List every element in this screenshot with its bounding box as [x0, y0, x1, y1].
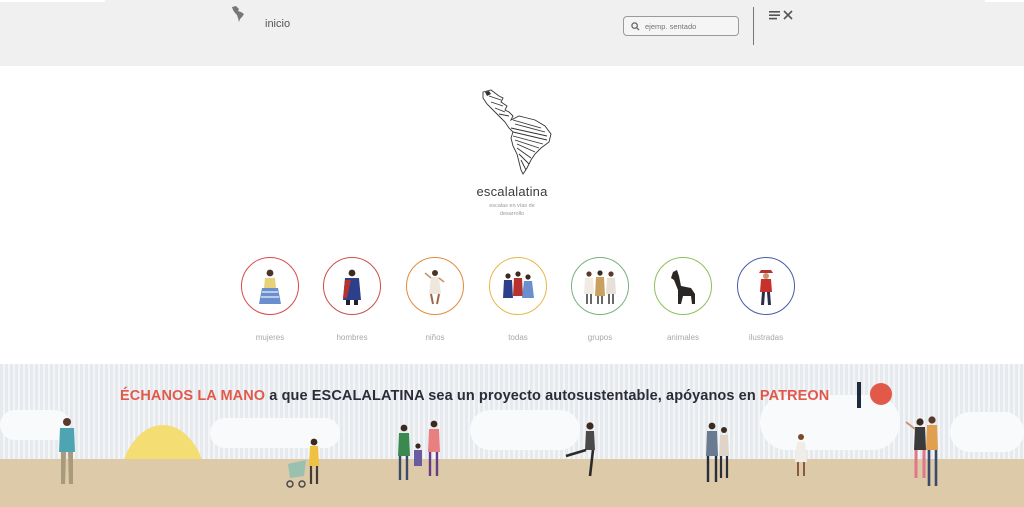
- header-divider: [753, 7, 754, 45]
- category-ninos[interactable]: niños: [405, 257, 465, 342]
- all-figures-icon: [503, 271, 534, 298]
- category-label: mujeres: [255, 333, 285, 342]
- couple-figure: [706, 422, 729, 482]
- search-icon: [631, 21, 640, 31]
- category-animales[interactable]: animales: [653, 257, 713, 342]
- family-group-figure: [398, 420, 440, 480]
- latin-america-map-icon[interactable]: [230, 5, 246, 23]
- category-ilustradas[interactable]: ilustradas: [736, 257, 796, 342]
- man-figure-icon: [343, 269, 361, 305]
- category-ring: [571, 257, 629, 315]
- category-label: grupos: [587, 333, 613, 342]
- site-logo-map: [482, 89, 552, 175]
- group-figures-icon: [584, 270, 616, 304]
- category-mujeres[interactable]: mujeres: [240, 257, 300, 342]
- home-link[interactable]: inicio: [265, 18, 290, 30]
- banner-message: ÉCHANOS LA MANO a que ESCALALATINA sea u…: [120, 388, 829, 404]
- cloud-decoration: [950, 412, 1024, 452]
- category-ring: [737, 257, 795, 315]
- category-todas[interactable]: todas: [488, 257, 548, 342]
- search-input[interactable]: [645, 21, 735, 31]
- search-box[interactable]: [623, 16, 739, 36]
- category-grupos[interactable]: grupos: [570, 257, 630, 342]
- ground-decoration: [0, 459, 1024, 507]
- two-women-figure: [905, 416, 938, 486]
- stroller-figure: [286, 438, 319, 488]
- child-figure-icon: [424, 270, 445, 305]
- category-hombres[interactable]: hombres: [322, 257, 382, 342]
- site-title[interactable]: escalalatina: [462, 184, 562, 199]
- dog-icon: [671, 270, 695, 304]
- category-label: todas: [508, 333, 528, 342]
- patreon-icon[interactable]: [856, 381, 894, 409]
- child-figure: [795, 434, 807, 476]
- close-icon: [783, 10, 793, 20]
- category-label: animales: [666, 333, 699, 342]
- menu-toggle-button[interactable]: [769, 9, 793, 21]
- category-ring: [406, 257, 464, 315]
- site-tagline: escalas en vías de desarrollo: [489, 203, 535, 217]
- patreon-link[interactable]: PATREON: [760, 388, 829, 404]
- top-bar: inicio: [0, 0, 1024, 66]
- category-label: niños: [425, 333, 445, 342]
- top-line-left: [0, 0, 105, 2]
- menu-icon: [769, 11, 780, 20]
- category-label: hombres: [336, 333, 368, 342]
- dancing-woman-figure: [565, 422, 595, 477]
- category-ring: [323, 257, 381, 315]
- category-ring: [489, 257, 547, 315]
- banner-highlight: ÉCHANOS LA MANO: [120, 388, 266, 404]
- illustrated-figure-icon: [759, 270, 773, 305]
- top-line-right: [985, 0, 1024, 2]
- woman-figure-icon: [259, 269, 281, 304]
- category-ring: [241, 257, 299, 315]
- category-label: ilustradas: [748, 333, 784, 342]
- standing-man-figure: [59, 418, 75, 484]
- banner-text-body: a que ESCALALATINA sea un proyecto autos…: [265, 388, 760, 404]
- category-ring: [654, 257, 712, 315]
